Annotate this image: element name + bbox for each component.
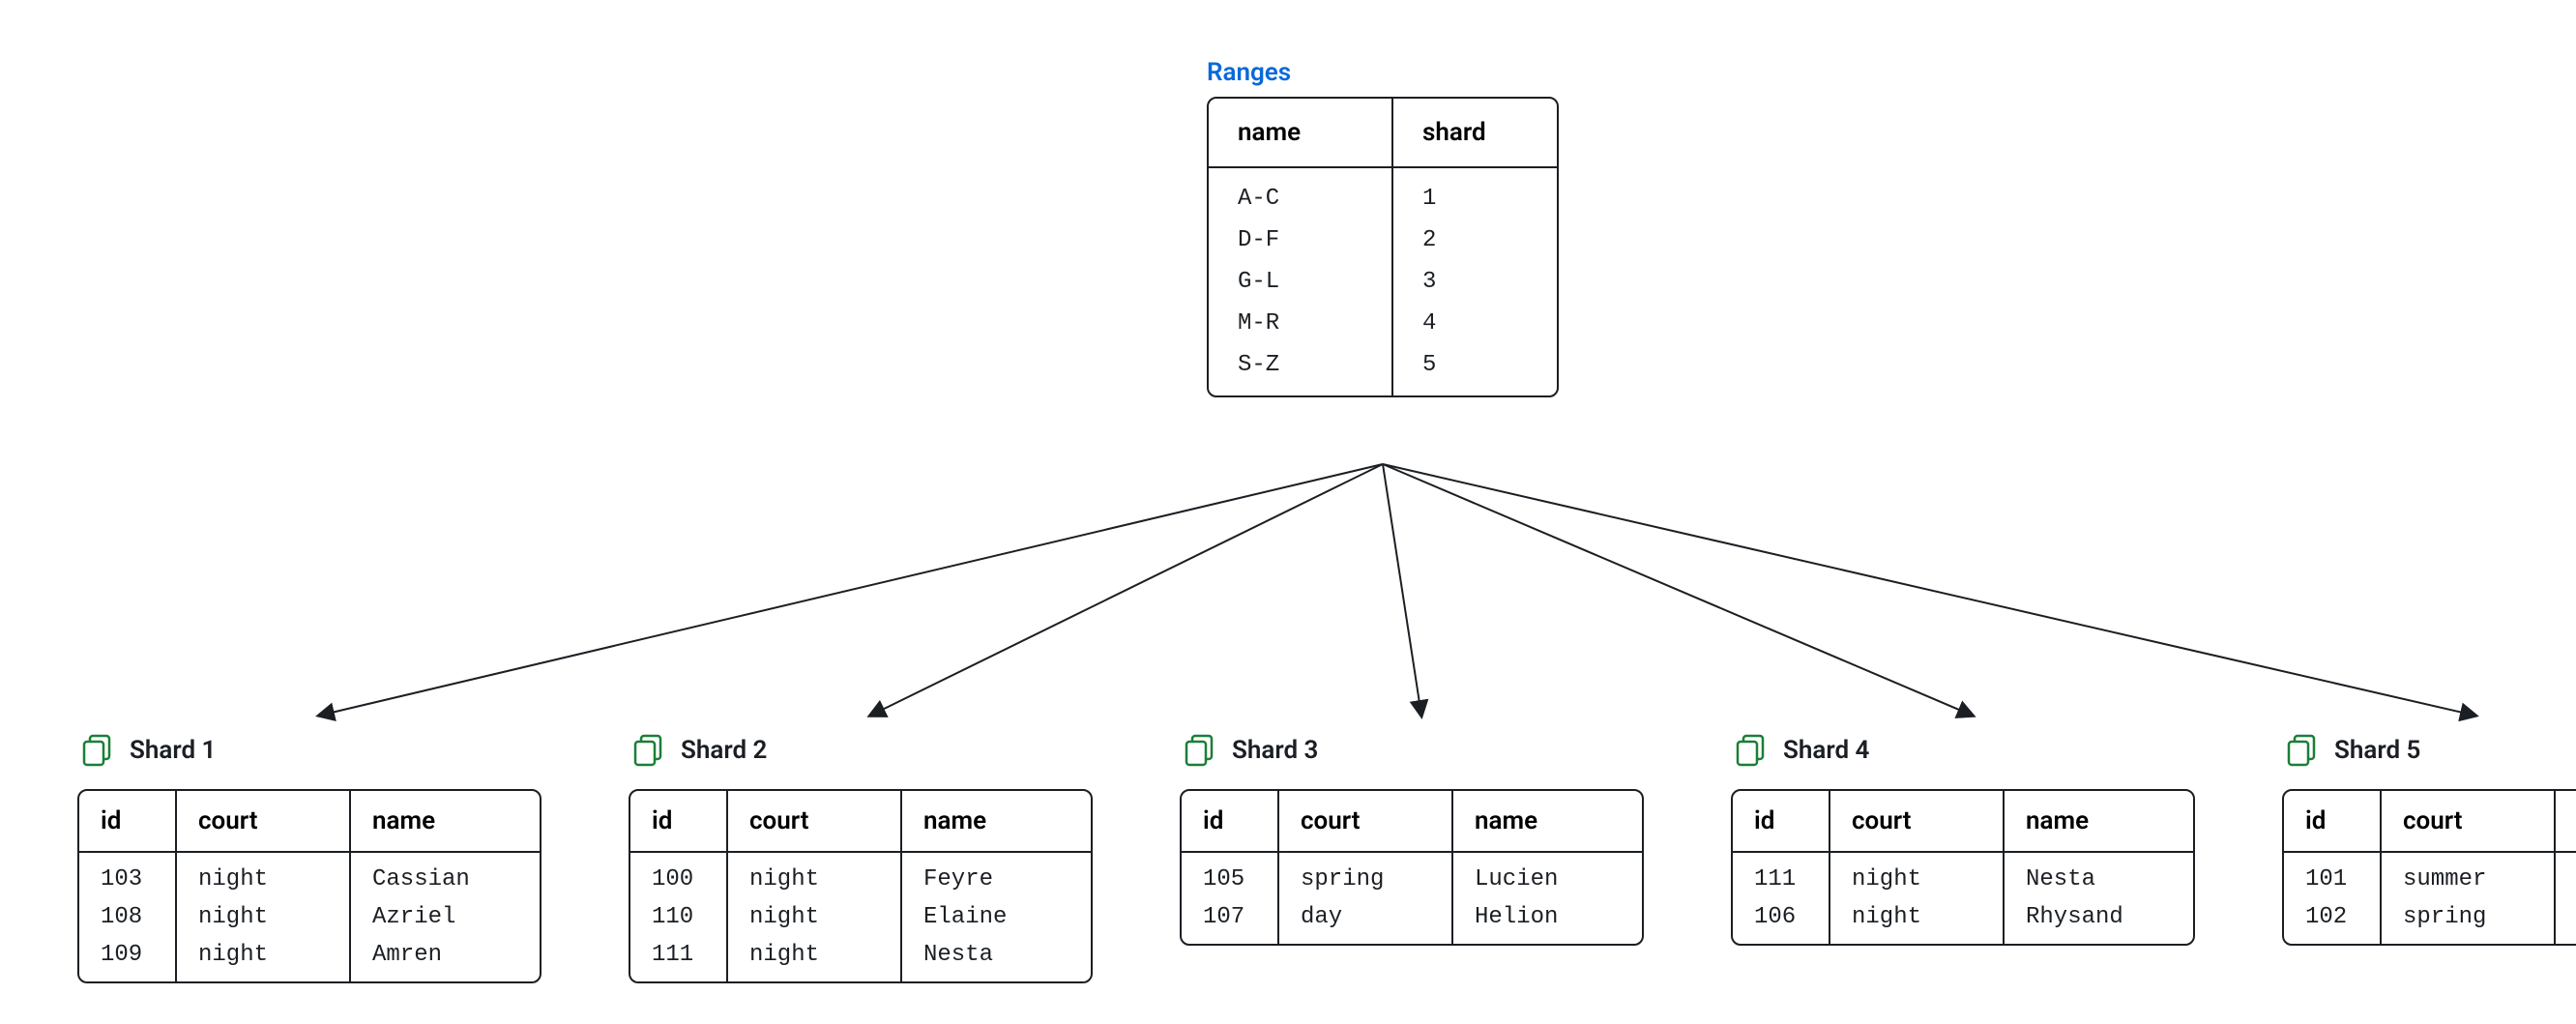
shard-5-title: Shard 5 xyxy=(2334,736,2420,765)
shard-header-id: id xyxy=(79,791,176,852)
database-icon xyxy=(2282,731,2321,770)
database-icon xyxy=(1180,731,1218,770)
table-row: 108nightAzriel xyxy=(79,898,540,936)
shard-4-title: Shard 4 xyxy=(1783,736,1869,765)
shard-2: Shard 2 id court name 100nightFeyre 110n… xyxy=(629,731,1093,983)
database-icon xyxy=(629,731,667,770)
shard-2-table: id court name 100nightFeyre 110nightElai… xyxy=(629,789,1093,983)
shard-2-title: Shard 2 xyxy=(681,736,767,765)
ranges-body: A-C1 D-F2 G-L3 M-R4 S-Z5 xyxy=(1209,167,1557,395)
table-row: 111nightNesta xyxy=(1733,852,2193,898)
shard-1-header: Shard 1 xyxy=(77,731,542,770)
shard-1: Shard 1 id court name 103nightCassian 10… xyxy=(77,731,542,983)
shard-4-header: Shard 4 xyxy=(1731,731,2195,770)
arrow-to-shard-2 xyxy=(870,464,1383,716)
table-row: 109nightAmren xyxy=(79,936,540,981)
shard-1-table: id court name 103nightCassian 108nightAz… xyxy=(77,789,542,983)
shard-5: Shard 5 id court name 101summerTarquin 1… xyxy=(2282,731,2576,983)
arrow-to-shard-4 xyxy=(1383,464,1973,716)
arrow-to-shard-3 xyxy=(1383,464,1421,716)
shards-row: Shard 1 id court name 103nightCassian 10… xyxy=(77,731,2576,983)
ranges-header-shard: shard xyxy=(1392,99,1557,167)
table-row: 100nightFeyre xyxy=(630,852,1091,898)
table-row: 103nightCassian xyxy=(79,852,540,898)
shard-3-table: id court name 105springLucien 107dayHeli… xyxy=(1180,789,1644,946)
table-row: 111nightNesta xyxy=(630,936,1091,981)
arrow-to-shard-5 xyxy=(1383,464,2475,716)
shard-header-court: court xyxy=(176,791,350,852)
shard-4: Shard 4 id court name 111nightNesta 106n… xyxy=(1731,731,2195,983)
shard-4-table: id court name 111nightNesta 106nightRhys… xyxy=(1731,789,2195,946)
arrow-to-shard-1 xyxy=(319,464,1383,716)
table-row: 101summerTarquin xyxy=(2284,852,2576,898)
shard-header-name: name xyxy=(350,791,540,852)
ranges-header-name: name xyxy=(1209,99,1392,167)
table-row: 107dayHelion xyxy=(1182,898,1642,944)
ranges-block: Ranges name shard A-C1 D-F2 G-L3 M-R4 S-… xyxy=(1207,58,1559,397)
database-icon xyxy=(1731,731,1770,770)
shard-5-table: id court name 101summerTarquin 102spring… xyxy=(2282,789,2576,946)
shard-3-title: Shard 3 xyxy=(1232,736,1318,765)
shard-5-header: Shard 5 xyxy=(2282,731,2576,770)
database-icon xyxy=(77,731,116,770)
shard-3: Shard 3 id court name 105springLucien 10… xyxy=(1180,731,1644,983)
table-row: 105springLucien xyxy=(1182,852,1642,898)
ranges-table: name shard A-C1 D-F2 G-L3 M-R4 S-Z5 xyxy=(1207,97,1559,397)
shard-2-header: Shard 2 xyxy=(629,731,1093,770)
shard-3-header: Shard 3 xyxy=(1180,731,1644,770)
table-row: 102springTamlin xyxy=(2284,898,2576,944)
table-row: 106nightRhysand xyxy=(1733,898,2193,944)
shard-1-title: Shard 1 xyxy=(130,736,216,765)
table-row: 110nightElaine xyxy=(630,898,1091,936)
ranges-title: Ranges xyxy=(1207,58,1559,87)
